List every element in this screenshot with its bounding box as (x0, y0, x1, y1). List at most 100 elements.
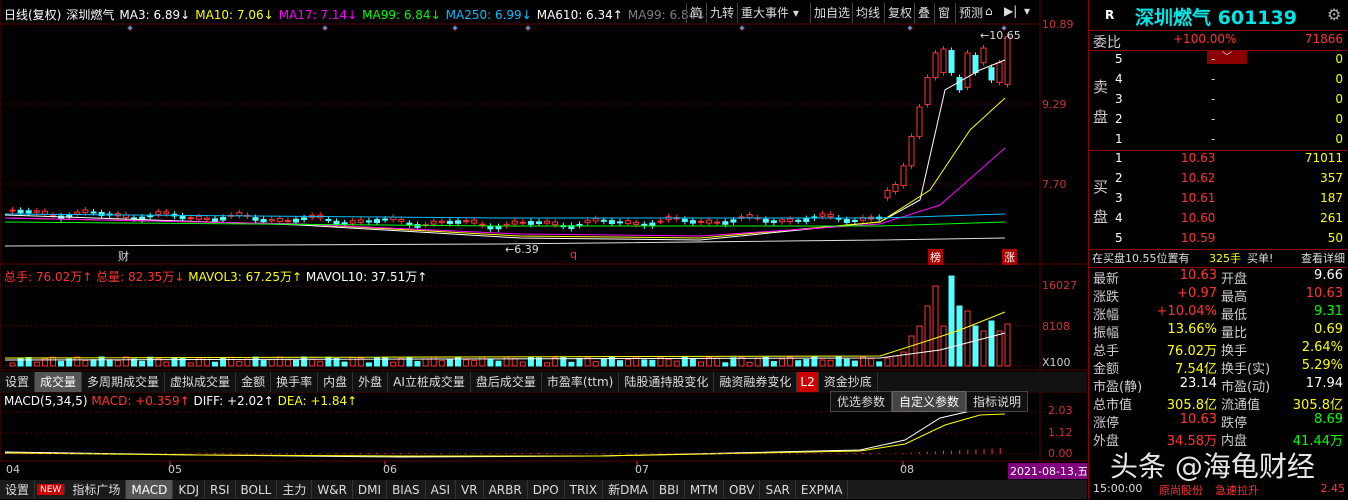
candle-body (892, 183, 899, 192)
volume-bar (592, 360, 599, 367)
indicator-help-button[interactable]: 指标说明 (966, 391, 1029, 412)
stat-label: 金额 (1093, 362, 1120, 377)
indicator-tab[interactable]: L2 (797, 372, 819, 392)
candle-body (252, 217, 259, 221)
indicator-tab[interactable]: 换手率 (271, 372, 319, 392)
candle-body (819, 213, 826, 217)
bottom-tab[interactable]: BIAS (387, 480, 426, 499)
candle-body (471, 219, 478, 224)
event-mark[interactable]: 涨 (1002, 249, 1017, 265)
stat-label: 最高 (1221, 290, 1248, 305)
volume-bar (714, 357, 721, 367)
volume-bar (738, 357, 745, 367)
bottom-tab[interactable]: RSI (205, 480, 236, 499)
bottom-tab[interactable]: 指标广场 (67, 480, 127, 499)
bottom-tab[interactable]: SAR (760, 480, 796, 499)
bottom-tab[interactable]: 主力 (277, 480, 313, 499)
indicator-tab[interactable]: 资金抄底 (819, 372, 878, 392)
bottom-tab[interactable]: 新DMA (603, 480, 654, 499)
candle-body (463, 220, 470, 223)
indicator-tab[interactable]: 盘后成交量 (471, 372, 542, 392)
bottom-tab[interactable]: MACD (126, 480, 174, 499)
indicator-tab[interactable]: 多周期成交量 (82, 372, 166, 392)
bottom-tab[interactable]: BOLL (236, 480, 278, 499)
event-mark[interactable]: 财 (118, 248, 129, 264)
volume-bar (649, 359, 656, 367)
bottom-tab[interactable]: 设置 (0, 480, 36, 499)
candle-body (762, 218, 769, 223)
volume-bar (139, 360, 146, 367)
quote-stock-name: 深圳燃气 (1135, 7, 1212, 29)
indicator-tab[interactable]: 陆股通持股变化 (619, 372, 715, 392)
bottom-tab[interactable]: EXPMA (796, 480, 849, 499)
candle-body (851, 219, 858, 222)
bid-row[interactable]: 3 10.61 187 (1089, 191, 1348, 209)
status-action: 买单! (1247, 252, 1274, 265)
ask-row[interactable]: 3 - 0 (1089, 92, 1348, 110)
candle-body (41, 210, 48, 215)
volume-bar (754, 357, 761, 367)
candle-body (657, 220, 664, 223)
candle-body (487, 225, 494, 230)
macd-axis-label: 2.03 (1048, 404, 1073, 417)
settings-gear-icon[interactable]: ⚙ (1327, 5, 1341, 24)
stat-value: 13.66% (1167, 322, 1217, 337)
bottom-tab[interactable]: NEW (37, 484, 66, 495)
stat-label: 换手 (1221, 344, 1248, 359)
candle-body (843, 219, 850, 223)
candle-body (730, 219, 737, 223)
volume-bar (617, 360, 623, 367)
ask-row[interactable]: 2 - 0 (1089, 112, 1348, 130)
indicator-tab[interactable]: 市盈率(ttm) (542, 372, 620, 392)
bottom-tab[interactable]: ARBR (484, 480, 528, 499)
ma3-line (4, 59, 1006, 241)
ask-row[interactable]: 1 - 0 (1089, 132, 1348, 150)
bid-row[interactable]: 4 10.60 261 (1089, 211, 1348, 229)
kline-chart-area[interactable]: 日线(复权) 深圳燃气 MA3: 6.89↓ MA10: 7.06↓ MA17: 7.1… (0, 0, 1087, 499)
bottom-tab[interactable]: KDJ (173, 480, 205, 499)
stat-label: 量比 (1221, 326, 1248, 341)
volume-bar (770, 361, 777, 367)
bottom-tab[interactable]: ASI (426, 480, 457, 499)
indicator-tab[interactable]: 内盘 (318, 372, 354, 392)
bottom-tab[interactable]: VR (456, 480, 484, 499)
candle-body (592, 218, 599, 222)
bottom-tab[interactable]: DMI (353, 480, 388, 499)
candle-body (779, 219, 785, 223)
bid-row[interactable]: 5 10.59 50 (1089, 231, 1348, 249)
bottom-tab[interactable]: BBI (654, 480, 685, 499)
custom-params-button[interactable]: 自定义参数 (892, 391, 967, 412)
bottom-tab[interactable]: OBV (724, 480, 761, 499)
volume-bar (90, 359, 97, 367)
indicator-tab[interactable]: 金额 (236, 372, 272, 392)
view-detail-link[interactable]: 查看详细 (1301, 250, 1345, 266)
ask-price: - (1211, 92, 1216, 106)
bid-price: 10.59 (1181, 231, 1216, 245)
indicator-tab[interactable]: 设置 (0, 372, 36, 392)
event-mark[interactable]: q (570, 248, 577, 261)
candle-body (82, 209, 89, 214)
indicator-tab[interactable]: AI立桩成交量 (388, 372, 471, 392)
candle-body (203, 217, 210, 221)
bid-row[interactable]: 2 10.62 357 (1089, 171, 1348, 189)
indicator-tab[interactable]: 成交量 (35, 372, 83, 392)
indicator-tab[interactable]: 外盘 (353, 372, 389, 392)
indicator-tab[interactable]: 融资融券变化 (714, 372, 798, 392)
bid-row[interactable]: 1 10.63 71011 (1089, 151, 1348, 169)
optimal-params-button[interactable]: 优选参数 (830, 391, 893, 412)
volume-bar (479, 356, 486, 367)
candle-body (608, 220, 615, 225)
candle-body (220, 216, 227, 221)
ask-row[interactable]: 5 - 0 (1089, 52, 1348, 70)
ask-price: - (1211, 132, 1216, 146)
stat-label: 总市值 (1093, 398, 1133, 413)
bottom-tab[interactable]: DPO (528, 480, 565, 499)
ask-row[interactable]: 4 - 0 (1089, 72, 1348, 90)
bottom-tab[interactable]: MTM (685, 480, 724, 499)
bottom-tab[interactable]: W&R (312, 480, 353, 499)
bottom-tab[interactable]: TRIX (565, 480, 604, 499)
indicator-tab[interactable]: 虚拟成交量 (165, 372, 237, 392)
volume-bar (519, 361, 526, 367)
volume-bar (948, 275, 955, 367)
event-mark[interactable]: 榜 (928, 249, 943, 265)
